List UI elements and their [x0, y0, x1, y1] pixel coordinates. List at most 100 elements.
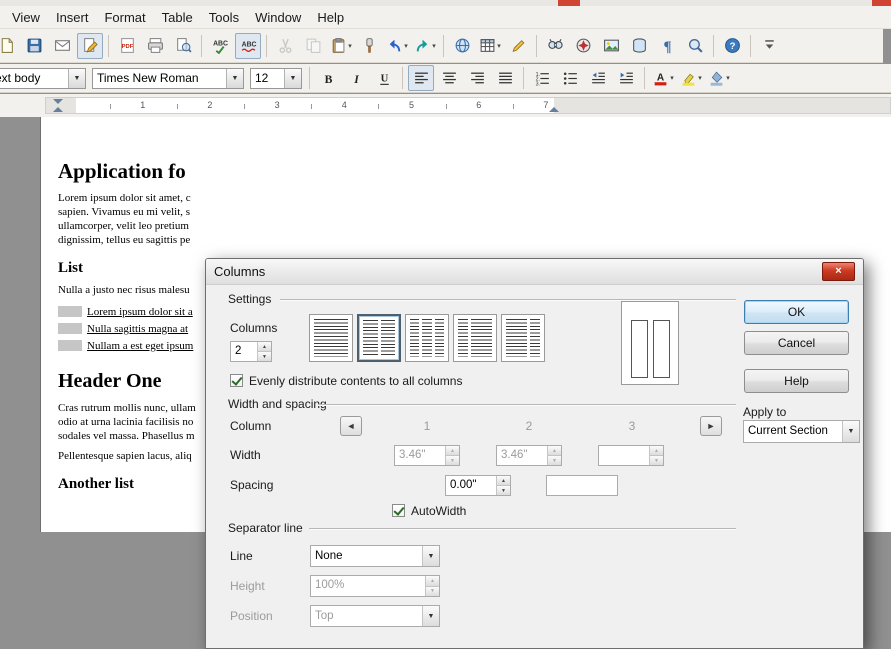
find-replace-button[interactable] — [542, 33, 568, 59]
ok-button[interactable]: OK — [744, 300, 849, 324]
width-1-spinner[interactable]: 3.46" ▲▼ — [394, 445, 460, 466]
spacing-2-field[interactable] — [546, 475, 618, 496]
help-button[interactable]: Help — [744, 369, 849, 393]
decrease-indent-button[interactable] — [585, 65, 611, 91]
undo-button[interactable]: ▾ — [384, 33, 410, 59]
align-right-button[interactable] — [464, 65, 490, 91]
redo-button[interactable]: ▾ — [412, 33, 438, 59]
formatting-marks-button[interactable]: ¶ — [654, 33, 680, 59]
columns-spinner[interactable]: 2 ▲▼ — [230, 341, 272, 362]
background-color-button[interactable]: ▾ — [706, 65, 732, 91]
help-button[interactable]: ? — [719, 33, 745, 59]
height-spinner[interactable]: 100% ▲▼ — [310, 575, 440, 597]
menu-view[interactable]: View — [4, 7, 48, 28]
cut-button[interactable] — [272, 33, 298, 59]
spin-up-icon[interactable]: ▲ — [650, 446, 663, 455]
data-sources-button[interactable] — [626, 33, 652, 59]
paste-button[interactable]: ▾ — [328, 33, 354, 59]
highlighting-button[interactable]: ▾ — [678, 65, 704, 91]
ruler-number: 6 — [476, 100, 481, 110]
paragraph-style-combo[interactable]: ext body▼ — [0, 68, 86, 89]
dialog-titlebar[interactable]: Columns × — [206, 259, 863, 285]
autowidth-checkbox[interactable] — [392, 504, 405, 517]
email-button[interactable] — [49, 33, 75, 59]
menu-help[interactable]: Help — [309, 7, 352, 28]
spin-down-icon[interactable]: ▼ — [650, 455, 663, 465]
print-preview-button[interactable] — [170, 33, 196, 59]
left-indent-marker[interactable] — [53, 107, 63, 112]
chevron-down-icon[interactable]: ▼ — [422, 546, 439, 566]
spin-down-icon[interactable]: ▼ — [446, 455, 459, 465]
position-dropdown[interactable]: Top ▼ — [310, 605, 440, 627]
horizontal-ruler[interactable]: 1234567 — [45, 97, 891, 114]
toolbar-options-button[interactable] — [756, 33, 782, 59]
spin-up-icon[interactable]: ▲ — [426, 576, 439, 586]
gallery-button[interactable] — [598, 33, 624, 59]
menu-window[interactable]: Window — [247, 7, 309, 28]
numbered-list-button[interactable]: 1.2.3. — [529, 65, 555, 91]
paragraph-style-value: ext body — [0, 71, 68, 85]
chevron-down-icon[interactable]: ▼ — [284, 69, 301, 88]
preset-left-narrow-button[interactable] — [453, 314, 497, 362]
chevron-down-icon[interactable]: ▼ — [226, 69, 243, 88]
bold-button[interactable]: B — [315, 65, 341, 91]
bullet-list-button[interactable] — [557, 65, 583, 91]
first-line-indent-marker[interactable] — [53, 99, 63, 104]
cancel-button[interactable]: Cancel — [744, 331, 849, 355]
spelling-button[interactable]: ABC — [207, 33, 233, 59]
spin-up-icon[interactable]: ▲ — [258, 342, 271, 351]
new-document-button[interactable] — [0, 33, 19, 59]
underline-button[interactable]: U — [371, 65, 397, 91]
navigator-button[interactable] — [570, 33, 596, 59]
increase-indent-button[interactable] — [613, 65, 639, 91]
align-center-button[interactable] — [436, 65, 462, 91]
chevron-down-icon[interactable]: ▼ — [68, 69, 85, 88]
width-3-spinner[interactable]: ▲▼ — [598, 445, 664, 466]
italic-button[interactable]: I — [343, 65, 369, 91]
copy-button[interactable] — [300, 33, 326, 59]
font-name-combo[interactable]: Times New Roman▼ — [92, 68, 244, 89]
next-column-button[interactable]: ► — [700, 416, 722, 436]
auto-spellcheck-button[interactable]: ABC — [235, 33, 261, 59]
spin-up-icon[interactable]: ▲ — [548, 446, 561, 455]
print-button[interactable] — [142, 33, 168, 59]
preset-one-column-button[interactable] — [309, 314, 353, 362]
apply-to-dropdown[interactable]: Current Section ▼ — [743, 420, 860, 443]
menu-table[interactable]: Table — [154, 7, 201, 28]
menu-tools[interactable]: Tools — [201, 7, 247, 28]
clone-formatting-button[interactable] — [356, 33, 382, 59]
spin-up-icon[interactable]: ▲ — [497, 476, 510, 485]
edit-file-button[interactable] — [77, 33, 103, 59]
preset-two-columns-button[interactable] — [357, 314, 401, 362]
zoom-button[interactable] — [682, 33, 708, 59]
hyperlink-button[interactable] — [449, 33, 475, 59]
spin-down-icon[interactable]: ▼ — [258, 351, 271, 361]
doc-paragraph: Lorem ipsum dolor sit amet, csapien. Viv… — [58, 191, 208, 247]
menu-format[interactable]: Format — [96, 7, 153, 28]
chevron-down-icon[interactable]: ▼ — [422, 606, 439, 626]
align-left-button[interactable] — [408, 65, 434, 91]
insert-table-button[interactable]: ▾ — [477, 33, 503, 59]
export-pdf-button[interactable]: PDF — [114, 33, 140, 59]
font-size-combo[interactable]: 12▼ — [250, 68, 302, 89]
width-2-spinner[interactable]: 3.46" ▲▼ — [496, 445, 562, 466]
font-color-button[interactable]: A▾ — [650, 65, 676, 91]
spin-down-icon[interactable]: ▼ — [426, 586, 439, 597]
spin-up-icon[interactable]: ▲ — [446, 446, 459, 455]
chevron-down-icon[interactable]: ▼ — [842, 421, 859, 442]
menu-insert[interactable]: Insert — [48, 7, 97, 28]
spin-down-icon[interactable]: ▼ — [548, 455, 561, 465]
columns-dialog: Columns × Settings Columns 2 ▲▼ Evenly d… — [205, 258, 864, 649]
preset-right-narrow-button[interactable] — [501, 314, 545, 362]
align-justify-button[interactable] — [492, 65, 518, 91]
preset-three-columns-button[interactable] — [405, 314, 449, 362]
spacing-1-spinner[interactable]: 0.00" ▲▼ — [445, 475, 511, 496]
close-button[interactable]: × — [822, 262, 855, 281]
right-indent-marker[interactable] — [549, 107, 559, 112]
previous-column-button[interactable]: ◄ — [340, 416, 362, 436]
line-style-dropdown[interactable]: None ▼ — [310, 545, 440, 567]
evenly-distribute-checkbox[interactable] — [230, 374, 243, 387]
save-button[interactable] — [21, 33, 47, 59]
spin-down-icon[interactable]: ▼ — [497, 485, 510, 495]
draw-functions-button[interactable] — [505, 33, 531, 59]
